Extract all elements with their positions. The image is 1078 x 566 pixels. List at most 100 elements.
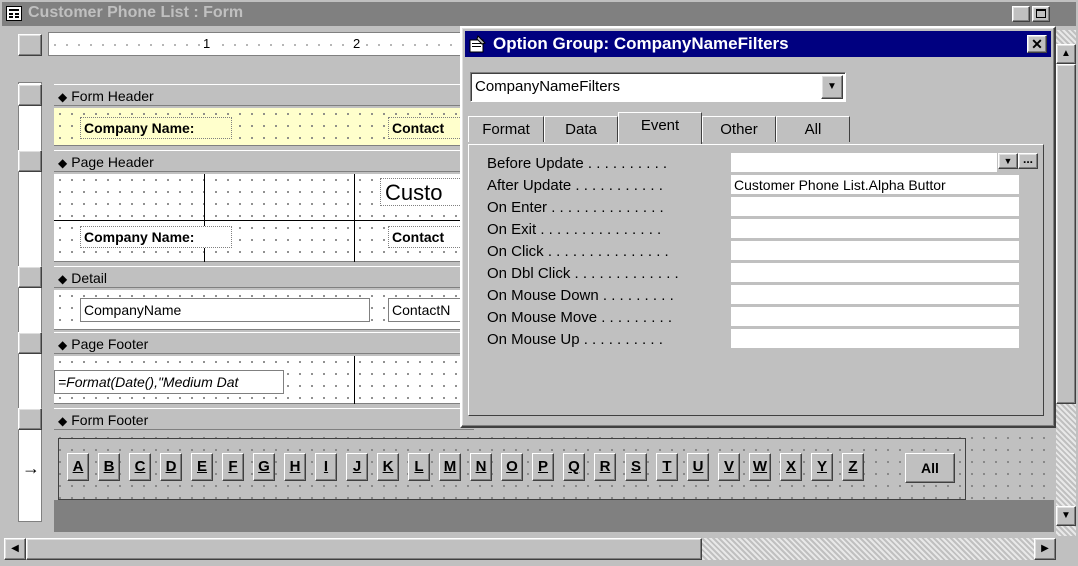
- vertical-scroll-thumb[interactable]: [1056, 64, 1076, 404]
- section-arrow-icon: ◆: [58, 414, 68, 428]
- page-footer-bar[interactable]: ◆ Page Footer: [54, 332, 474, 354]
- property-panel: Before Update . . . . . . . . . . After U…: [468, 144, 1044, 416]
- alpha-option-group[interactable]: ABCDEFGHIJKLMNOPQRSTUVWXYZ All: [58, 438, 966, 500]
- form-header-company-label[interactable]: Company Name:: [80, 117, 232, 139]
- minimize-icon[interactable]: [1012, 6, 1030, 22]
- property-sheet-window[interactable]: Option Group: CompanyNameFilters ✕ Compa…: [460, 26, 1056, 428]
- property-value-field[interactable]: [731, 285, 1019, 305]
- page-footer-area[interactable]: =Format(Date(),"Medium Dat: [54, 356, 474, 404]
- form-icon[interactable]: [6, 6, 22, 21]
- alpha-button-t[interactable]: T: [656, 453, 678, 481]
- tab-format[interactable]: Format: [468, 116, 544, 142]
- alpha-button-u[interactable]: U: [687, 453, 709, 481]
- detail-label: Detail: [71, 270, 108, 286]
- property-label: On Enter . . . . . . . . . . . . . .: [487, 199, 664, 216]
- page-footer-selector[interactable]: [18, 332, 42, 354]
- form-header-area[interactable]: Company Name: Contact: [54, 108, 474, 146]
- page-header-divider-2: [354, 174, 355, 262]
- alpha-button-c[interactable]: C: [129, 453, 151, 481]
- scroll-up-icon[interactable]: ▲: [1056, 44, 1076, 64]
- all-button[interactable]: All: [905, 453, 955, 483]
- scroll-left-icon[interactable]: ◀: [4, 538, 26, 560]
- property-label: On Click . . . . . . . . . . . . . . .: [487, 243, 669, 260]
- section-arrow-icon: ◆: [58, 338, 68, 352]
- detail-bar[interactable]: ◆ Detail: [54, 266, 474, 288]
- property-value-field[interactable]: [731, 241, 1019, 261]
- property-value-field[interactable]: [731, 329, 1019, 349]
- page-header-divider-1: [204, 174, 205, 262]
- form-header-bar[interactable]: ◆ Form Header: [54, 84, 474, 106]
- form-header-selector[interactable]: [18, 84, 42, 106]
- tab-other[interactable]: Other: [702, 116, 776, 142]
- alpha-button-s[interactable]: S: [625, 453, 647, 481]
- detail-selector[interactable]: [18, 266, 42, 288]
- alpha-button-y[interactable]: Y: [811, 453, 833, 481]
- alpha-button-g[interactable]: G: [253, 453, 275, 481]
- horizontal-scroll-thumb[interactable]: [26, 538, 702, 560]
- close-icon[interactable]: ✕: [1027, 35, 1047, 53]
- alpha-button-l[interactable]: L: [408, 453, 430, 481]
- form-footer-label: Form Footer: [71, 412, 149, 428]
- page-header-label: Page Header: [71, 154, 154, 170]
- form-footer-selector[interactable]: [18, 408, 42, 430]
- ruler-mark-1: 1: [201, 36, 213, 51]
- object-select[interactable]: CompanyNameFilters ▼: [470, 72, 846, 102]
- property-value-field[interactable]: [731, 153, 997, 173]
- property-label: On Mouse Move . . . . . . . . .: [487, 309, 673, 326]
- property-sheet-title-bar[interactable]: Option Group: CompanyNameFilters ✕: [465, 31, 1051, 57]
- alpha-button-k[interactable]: K: [377, 453, 399, 481]
- alpha-button-x[interactable]: X: [780, 453, 802, 481]
- tab-all[interactable]: All: [776, 116, 850, 142]
- property-label: On Mouse Up . . . . . . . . . .: [487, 331, 663, 348]
- alpha-button-f[interactable]: F: [222, 453, 244, 481]
- tab-event[interactable]: Event: [618, 112, 702, 144]
- property-value-field[interactable]: Customer Phone List.Alpha Buttor: [731, 175, 1019, 195]
- alpha-button-d[interactable]: D: [160, 453, 182, 481]
- page-header-bar[interactable]: ◆ Page Header: [54, 150, 474, 172]
- alpha-button-h[interactable]: H: [284, 453, 306, 481]
- page-header-area[interactable]: Custo Company Name: Contact: [54, 174, 476, 262]
- alpha-button-v[interactable]: V: [718, 453, 740, 481]
- dropdown-arrow-icon[interactable]: ▼: [821, 75, 843, 99]
- detail-area[interactable]: CompanyName ContactN: [54, 290, 474, 330]
- alpha-button-i[interactable]: I: [315, 453, 337, 481]
- vertical-scrollbar[interactable]: ▲ ▼: [1056, 30, 1076, 536]
- all-button-label: All: [921, 460, 939, 476]
- date-field[interactable]: =Format(Date(),"Medium Dat: [54, 370, 284, 394]
- horizontal-scrollbar[interactable]: ◀ ▶: [4, 538, 1056, 560]
- alpha-button-z[interactable]: Z: [842, 453, 864, 481]
- alpha-button-j[interactable]: J: [346, 453, 368, 481]
- alpha-button-o[interactable]: O: [501, 453, 523, 481]
- scroll-down-icon[interactable]: ▼: [1056, 506, 1076, 526]
- page-footer-divider-1: [354, 356, 355, 404]
- property-value-field[interactable]: [731, 263, 1019, 283]
- maximize-icon[interactable]: [1032, 6, 1050, 22]
- company-name-field[interactable]: CompanyName: [80, 298, 370, 322]
- alpha-button-b[interactable]: B: [98, 453, 120, 481]
- property-value-field[interactable]: [731, 197, 1019, 217]
- page-header-selector[interactable]: [18, 150, 42, 172]
- property-value-field[interactable]: [731, 219, 1019, 239]
- alpha-buttons-row: ABCDEFGHIJKLMNOPQRSTUVWXYZ: [67, 453, 887, 483]
- form-title-bar[interactable]: Customer Phone List : Form: [2, 2, 1076, 26]
- property-label: On Exit . . . . . . . . . . . . . . .: [487, 221, 662, 238]
- ruler-corner[interactable]: [18, 34, 42, 56]
- dropdown-arrow-icon[interactable]: ▼: [998, 153, 1018, 169]
- section-arrow-icon: ◆: [58, 272, 68, 286]
- form-footer-bar[interactable]: ◆ Form Footer: [54, 408, 474, 430]
- alpha-button-a[interactable]: A: [67, 453, 89, 481]
- page-footer-label: Page Footer: [71, 336, 149, 352]
- alpha-button-m[interactable]: M: [439, 453, 461, 481]
- alpha-button-q[interactable]: Q: [563, 453, 585, 481]
- alpha-button-n[interactable]: N: [470, 453, 492, 481]
- section-arrow-icon: ◆: [58, 156, 68, 170]
- alpha-button-w[interactable]: W: [749, 453, 771, 481]
- property-value-field[interactable]: [731, 307, 1019, 327]
- tab-data[interactable]: Data: [544, 116, 618, 142]
- page-header-company-label[interactable]: Company Name:: [80, 226, 232, 248]
- alpha-button-p[interactable]: P: [532, 453, 554, 481]
- builder-button[interactable]: ...: [1018, 153, 1038, 169]
- scroll-right-icon[interactable]: ▶: [1034, 538, 1056, 560]
- alpha-button-r[interactable]: R: [594, 453, 616, 481]
- alpha-button-e[interactable]: E: [191, 453, 213, 481]
